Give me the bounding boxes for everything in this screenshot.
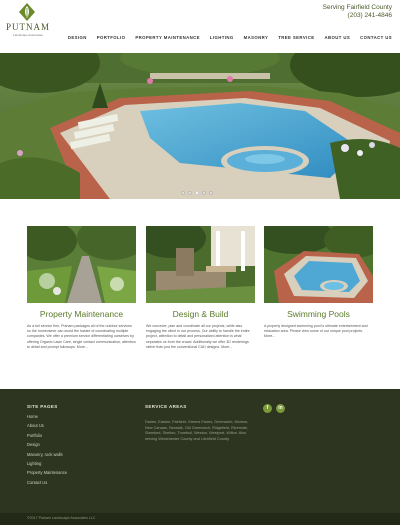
- slide-indicators: [181, 191, 213, 195]
- nav-tree-service[interactable]: TREE SERVICE: [278, 35, 314, 40]
- footer-link-about-us[interactable]: About Us: [27, 421, 67, 430]
- nav-property-maintenance[interactable]: PROPERTY MAINTENANCE: [135, 35, 200, 40]
- copyright-bar: ©2017 Putnam Landscape Associates LLC: [0, 513, 400, 525]
- card-title[interactable]: Design & Build: [146, 309, 255, 319]
- footer-link-design[interactable]: Design: [27, 440, 67, 449]
- card-description: We conceive, plan and coordinate all our…: [146, 324, 250, 349]
- card-title[interactable]: Swimming Pools: [264, 309, 373, 319]
- hero-pool-image: [0, 53, 400, 199]
- property-maintenance-image[interactable]: [27, 226, 136, 303]
- footer-link-lighting[interactable]: Lighting: [27, 459, 67, 468]
- card-design-build[interactable]: Design & Build We conceive, plan and coo…: [146, 226, 255, 350]
- card-property-maintenance[interactable]: Property Maintenance As a full service f…: [27, 226, 136, 350]
- card-title[interactable]: Property Maintenance: [27, 309, 136, 319]
- slide-dot[interactable]: [209, 191, 213, 195]
- service-areas-heading: SERVICE AREAS: [145, 404, 187, 409]
- logo[interactable]: PUTNAM Landscape Associates: [6, 2, 50, 46]
- feature-cards: Property Maintenance As a full service f…: [27, 226, 373, 366]
- footer-link-portfolio[interactable]: Portfolio: [27, 431, 67, 440]
- nav-lighting[interactable]: LIGHTING: [210, 35, 234, 40]
- nav-portfolio[interactable]: PORTFOLIO: [97, 35, 126, 40]
- footer-link-home[interactable]: Home: [27, 412, 67, 421]
- slide-dot-active[interactable]: [195, 191, 199, 195]
- copyright-text: ©2017 Putnam Landscape Associates LLC: [27, 516, 96, 520]
- logo-name: PUTNAM: [6, 22, 51, 32]
- service-areas-text: Darien, Easton, Fairfield, Greens Farms,…: [145, 420, 249, 441]
- footer-link-contact-us[interactable]: Contact Us: [27, 478, 67, 487]
- hero-slideshow[interactable]: [0, 53, 400, 199]
- site-header: PUTNAM Landscape Associates Serving Fair…: [0, 0, 400, 52]
- footer-link-masonry[interactable]: Masonry, rock walls: [27, 450, 67, 459]
- service-area-text: Serving Fairfield County: [322, 4, 392, 11]
- nav-design[interactable]: DESIGN: [68, 35, 87, 40]
- logo-tagline: Landscape Associates: [13, 33, 43, 37]
- slide-dot[interactable]: [181, 191, 185, 195]
- footer-link-property-maintenance[interactable]: Property Maintenance: [27, 468, 67, 477]
- card-description: As a full service firm, Putnam packages …: [27, 324, 136, 349]
- swimming-pools-image[interactable]: [264, 226, 373, 303]
- phone-number[interactable]: (203) 241-4846: [348, 12, 392, 19]
- facebook-icon[interactable]: f: [263, 404, 272, 413]
- main-nav: DESIGN PORTFOLIO PROPERTY MAINTENANCE LI…: [68, 35, 392, 40]
- instagram-icon[interactable]: in: [276, 404, 285, 413]
- leaf-logo-icon: [19, 3, 35, 21]
- card-description: A properly designed swimming pool is ult…: [264, 324, 368, 339]
- design-build-image[interactable]: [146, 226, 255, 303]
- slide-dot[interactable]: [202, 191, 206, 195]
- slide-dot[interactable]: [188, 191, 192, 195]
- nav-contact-us[interactable]: CONTACT US: [360, 35, 392, 40]
- card-swimming-pools[interactable]: Swimming Pools A properly designed swimm…: [264, 226, 373, 340]
- nav-about-us[interactable]: ABOUT US: [325, 35, 351, 40]
- site-pages-heading: SITE PAGES: [27, 404, 58, 409]
- nav-masonry[interactable]: MASONRY: [244, 35, 269, 40]
- site-pages-list: Home About Us Portfolio Design Masonry, …: [27, 412, 67, 487]
